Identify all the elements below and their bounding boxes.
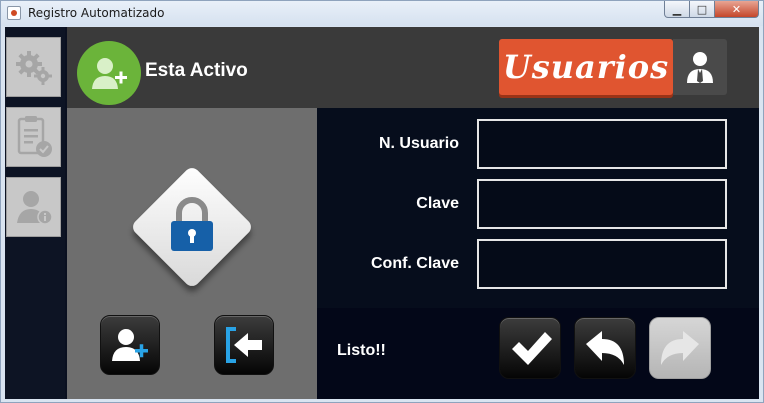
business-user-icon — [687, 52, 713, 83]
username-label: N. Usuario — [378, 135, 459, 152]
window-controls: ▁ □ ✕ — [664, 1, 759, 19]
maximize-button[interactable]: □ — [690, 1, 715, 18]
main-content: Esta Activo Usuarios N. Usuario Clave Co… — [5, 27, 759, 399]
logout-icon — [226, 327, 262, 363]
add-user-icon — [112, 329, 148, 361]
password-label: Clave — [416, 195, 459, 212]
redo-button[interactable] — [649, 317, 711, 379]
status-message: Listo!! — [337, 342, 386, 359]
action-bar: Listo!! — [317, 308, 759, 399]
java-app-icon — [7, 6, 21, 20]
minimize-button[interactable]: ▁ — [664, 1, 690, 18]
lock-icon — [171, 197, 213, 251]
close-button[interactable]: ✕ — [715, 1, 759, 18]
add-user-button[interactable] — [100, 315, 160, 375]
username-input[interactable] — [477, 119, 727, 169]
section-icon-box — [673, 39, 727, 95]
sidebar — [5, 27, 65, 399]
section-title: Usuarios — [502, 48, 670, 86]
user-info-icon — [16, 191, 53, 225]
window-title: Registro Automatizado — [28, 6, 165, 20]
logout-button[interactable] — [214, 315, 274, 375]
status-label: Esta Activo — [145, 60, 248, 81]
confirm-button[interactable] — [499, 317, 561, 379]
confirm-password-input[interactable] — [477, 239, 727, 289]
header-bar: Esta Activo Usuarios — [67, 27, 759, 108]
add-user-icon — [92, 58, 127, 89]
app-window: Registro Automatizado ▁ □ ✕ Esta Activo … — [0, 0, 764, 403]
close-icon: ✕ — [731, 2, 742, 16]
sidebar-item-settings[interactable] — [6, 37, 61, 97]
section-title-banner: Usuarios — [499, 39, 673, 95]
password-input[interactable] — [477, 179, 727, 229]
gears-icon — [15, 51, 52, 85]
undo-button[interactable] — [574, 317, 636, 379]
confirm-password-label: Conf. Clave — [370, 255, 459, 272]
user-form: N. Usuario Clave Conf. Clave — [317, 108, 759, 308]
clipboard-check-icon — [17, 116, 52, 157]
left-panel — [67, 108, 317, 399]
minimize-icon: ▁ — [672, 2, 682, 16]
title-bar: Registro Automatizado ▁ □ ✕ — [1, 1, 763, 26]
sidebar-item-user-info[interactable] — [6, 177, 61, 237]
status-avatar — [77, 41, 141, 105]
undo-icon — [586, 331, 624, 365]
redo-icon — [661, 331, 699, 365]
maximize-icon: □ — [696, 2, 708, 16]
lock-illustration — [129, 164, 255, 290]
sidebar-item-reports[interactable] — [6, 107, 61, 167]
check-icon — [512, 332, 552, 365]
